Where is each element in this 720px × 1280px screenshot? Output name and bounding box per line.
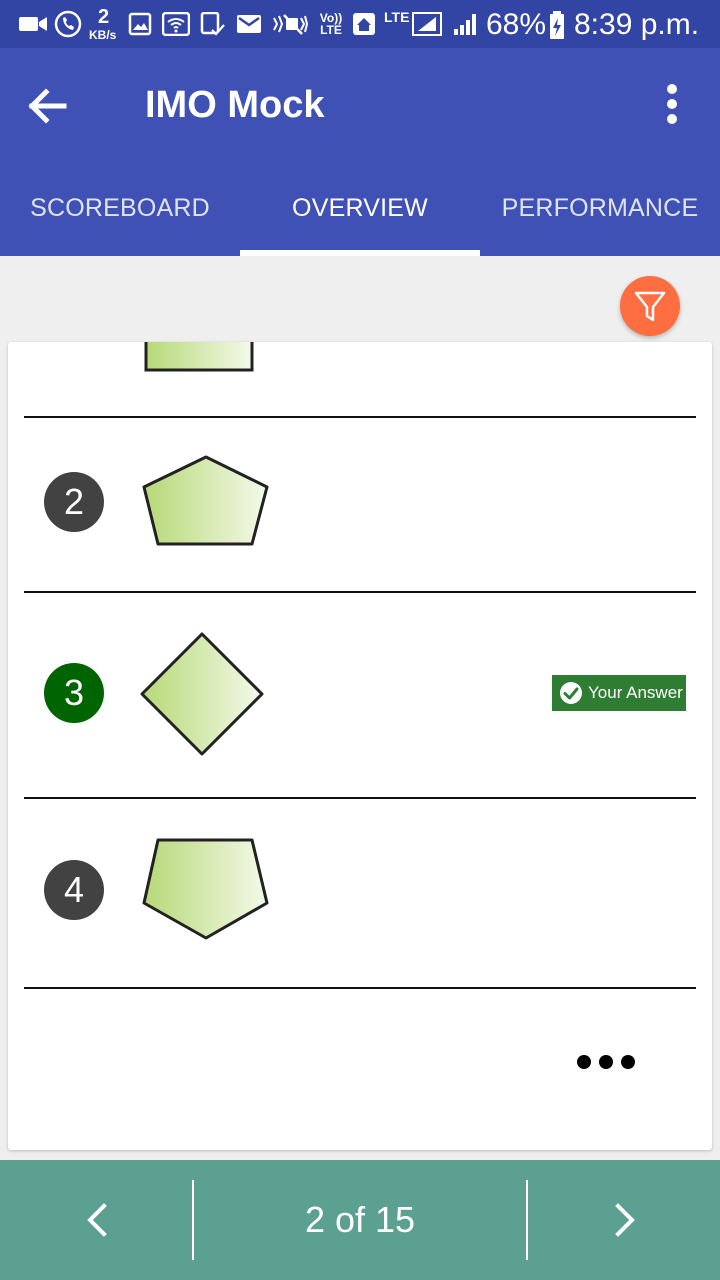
more-horiz-icon[interactable] [574,1050,642,1074]
option-1-shape-partial [144,342,254,372]
divider [24,987,696,989]
volte-label: Vo)) LTE [319,11,343,37]
divider [24,591,696,593]
tab-indicator [240,250,480,256]
page-indicator: 2 of 15 [304,1199,416,1240]
network-speed: 2 [98,6,110,28]
more-vert-icon [667,84,677,124]
diamond-shape [140,632,264,756]
lte-label: LTE [384,9,410,25]
signal-bars-icon [454,14,476,35]
network-speed-unit: KB/s [89,28,117,42]
tab-overview[interactable]: OVERVIEW [240,184,480,256]
home-icon [353,13,375,35]
app-bar: IMO Mock SCOREBOARD OVERVIEW PERFORMANCE [0,48,720,256]
pentagon-shape [142,455,269,546]
mail-icon [237,15,261,33]
your-answer-badge: Your Answer [552,675,686,711]
clipboard-icon [200,12,225,36]
app-title: IMO Mock [145,84,325,126]
previous-button[interactable] [0,1160,192,1280]
pentagon-inverted-shape [142,838,269,940]
tab-scoreboard[interactable]: SCOREBOARD [0,184,240,256]
chevron-left-icon [87,1203,107,1237]
wifi-icon [162,12,190,36]
filter-button[interactable] [620,276,680,336]
bottom-nav: 2 of 15 [0,1160,720,1280]
option-number: 2 [44,472,104,532]
divider [24,416,696,418]
call-icon [54,10,82,38]
divider [24,797,696,799]
overflow-menu-button[interactable] [654,82,690,126]
status-bar: 2 KB/s Vo)) LTE LTE 68% 8:39 p.m. [0,0,720,48]
options-card: 2 3 Your Answer 4 [8,342,712,1150]
filter-icon [634,291,666,322]
arrow-back-icon [28,88,67,124]
battery-percent: 68% [486,8,547,41]
image-icon [128,12,152,36]
next-button[interactable] [528,1160,720,1280]
mute-icon [273,14,308,35]
clock: 8:39 p.m. [574,8,700,41]
chevron-right-icon [615,1203,635,1237]
check-circle-icon [560,682,582,704]
signal-icon [412,12,442,36]
video-icon [19,17,47,31]
option-number: 4 [44,860,104,920]
screen: 2 KB/s Vo)) LTE LTE 68% 8:39 p.m. IMO Mo… [0,0,720,1280]
option-number: 3 [44,663,104,723]
tab-performance[interactable]: PERFORMANCE [480,184,720,256]
battery-icon [550,11,564,39]
back-button[interactable] [24,78,74,134]
your-answer-label: Your Answer [588,683,683,702]
